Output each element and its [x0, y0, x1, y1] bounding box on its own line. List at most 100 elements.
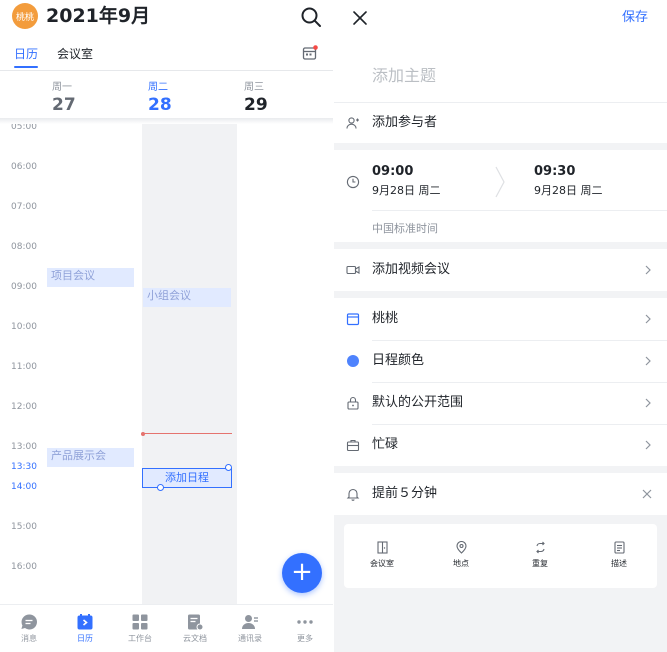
day-header-mon[interactable]: 周一 27 — [52, 82, 92, 115]
hour-label: 16:00 — [11, 562, 37, 572]
tab-calendar[interactable]: 日历 — [14, 46, 38, 62]
location-button[interactable]: 地点 — [431, 541, 491, 569]
chevron-right-icon — [645, 440, 651, 450]
time-grid[interactable]: 05:00 06:00 07:00 08:00 09:00 10:00 11:0… — [0, 124, 333, 604]
remove-reminder-icon[interactable] — [642, 489, 652, 499]
event-block[interactable]: 项目会议 — [47, 268, 134, 287]
day-num: 29 — [244, 95, 268, 115]
lock-icon — [347, 396, 359, 410]
briefcase-icon — [346, 439, 360, 452]
docs-icon — [188, 614, 204, 631]
end-date: 9月28日 周二 — [534, 184, 603, 197]
hour-label: 09:00 — [11, 282, 37, 292]
subject-input[interactable]: 添加主题 — [372, 62, 436, 86]
repeat-icon — [535, 541, 545, 554]
nav-label: 更多 — [297, 634, 313, 643]
description-button[interactable]: 描述 — [589, 541, 649, 569]
bottom-nav: 消息 日历 工作台 云文档 通讯录 更多 — [0, 604, 333, 652]
now-indicator-line — [144, 433, 232, 434]
more-options-card: 会议室 地点 重复 描述 — [344, 524, 657, 588]
video-meeting-label: 添加视频会议 — [372, 262, 451, 277]
calendar-tabs: 日历 会议室 — [0, 40, 333, 70]
video-icon — [346, 265, 360, 275]
time-arrow-icon — [495, 166, 505, 198]
nav-item-more[interactable]: 更多 — [277, 613, 333, 644]
hour-label-end: 14:00 — [11, 482, 37, 492]
day-week: 周二 — [148, 82, 168, 93]
nav-item-messages[interactable]: 消息 — [1, 613, 57, 644]
hour-label: 12:00 — [11, 402, 37, 412]
nav-item-workspace[interactable]: 工作台 — [112, 613, 168, 644]
hour-label: 13:00 — [11, 442, 37, 452]
search-icon[interactable] — [300, 6, 322, 28]
calendar-pane: 桃桃 2021年9月 日历 会议室 周一 27 周二 28 周三 29 05:0… — [0, 0, 333, 652]
chevron-right-icon — [645, 265, 651, 275]
nav-label: 工作台 — [128, 634, 152, 643]
reminder-row[interactable]: 提前５分钟 — [334, 473, 667, 515]
form-header: 保存 添加主题 — [334, 0, 667, 102]
attendees-row[interactable]: 添加参与者 — [334, 103, 667, 143]
start-date: 9月28日 周二 — [372, 184, 441, 197]
time-block: 09:00 9月28日 周二 09:30 9月28日 周二 中国标准时间 — [334, 150, 667, 242]
nav-item-contacts[interactable]: 通讯录 — [222, 613, 278, 644]
nav-label: 云文档 — [183, 634, 207, 643]
tool-label: 描述 — [611, 559, 627, 568]
bell-icon — [346, 488, 360, 501]
tool-label: 重复 — [532, 559, 548, 568]
chevron-right-icon — [645, 356, 651, 366]
hour-label: 07:00 — [11, 202, 37, 212]
resize-handle-top[interactable] — [225, 464, 232, 471]
save-button[interactable]: 保存 — [622, 9, 648, 27]
day-num: 27 — [52, 95, 76, 115]
tool-label: 会议室 — [370, 559, 394, 568]
meeting-room-button[interactable]: 会议室 — [352, 541, 412, 569]
avatar[interactable]: 桃桃 — [12, 3, 38, 29]
start-time: 09:00 — [372, 164, 414, 179]
close-icon[interactable] — [352, 10, 368, 26]
nav-label: 日历 — [77, 634, 93, 643]
location-icon — [455, 541, 467, 554]
day-num: 28 — [148, 95, 172, 115]
busy-row[interactable]: 忙碌 — [334, 424, 667, 466]
tab-underline — [14, 66, 38, 68]
add-event-fab[interactable]: + — [282, 553, 322, 593]
visibility-label: 默认的公开范围 — [372, 395, 464, 410]
resize-handle-bottom[interactable] — [157, 484, 164, 491]
tab-meeting-room[interactable]: 会议室 — [57, 46, 93, 62]
add-event-box[interactable]: 添加日程 — [142, 468, 232, 488]
event-block[interactable]: 产品展示会 — [47, 448, 134, 467]
hour-label: 15:00 — [11, 522, 37, 532]
calendar-row[interactable]: 桃桃 — [334, 298, 667, 340]
calendar-owner-label: 桃桃 — [372, 311, 399, 326]
description-icon — [613, 541, 625, 554]
tool-label: 地点 — [453, 559, 469, 568]
clock-icon — [346, 175, 360, 189]
nav-item-calendar[interactable]: 日历 — [57, 613, 113, 644]
calendar-grid-icon[interactable] — [302, 45, 318, 61]
more-icon — [297, 620, 313, 624]
video-meeting-row[interactable]: 添加视频会议 — [334, 249, 667, 291]
repeat-button[interactable]: 重复 — [510, 541, 570, 569]
timezone-label[interactable]: 中国标准时间 — [372, 220, 438, 236]
meeting-room-icon — [376, 541, 388, 554]
tabs-divider — [0, 70, 333, 71]
visibility-row[interactable]: 默认的公开范围 — [334, 382, 667, 424]
event-form-pane: 保存 添加主题 添加参与者 09:00 9月28日 周二 09:30 9月28日… — [334, 0, 667, 652]
event-color-dot — [347, 355, 359, 367]
chevron-right-icon — [645, 314, 651, 324]
month-title[interactable]: 2021年9月 — [46, 3, 150, 29]
day-week: 周一 — [52, 82, 72, 93]
workspace-icon — [132, 614, 148, 630]
contacts-icon — [242, 615, 258, 629]
day-header-wed[interactable]: 周三 29 — [244, 82, 284, 115]
calendar-icon — [77, 614, 93, 630]
event-block[interactable]: 小组会议 — [143, 288, 231, 307]
chevron-right-icon — [645, 398, 651, 408]
day-header-tue[interactable]: 周二 28 — [148, 82, 188, 115]
event-color-row[interactable]: 日程颜色 — [334, 340, 667, 382]
nav-item-docs[interactable]: 云文档 — [167, 613, 223, 644]
settings-group: 桃桃 日程颜色 默认的公开范围 忙碌 — [334, 298, 667, 466]
day-week: 周三 — [244, 82, 264, 93]
hour-label: 05:00 — [11, 124, 37, 132]
today-column — [142, 124, 237, 604]
